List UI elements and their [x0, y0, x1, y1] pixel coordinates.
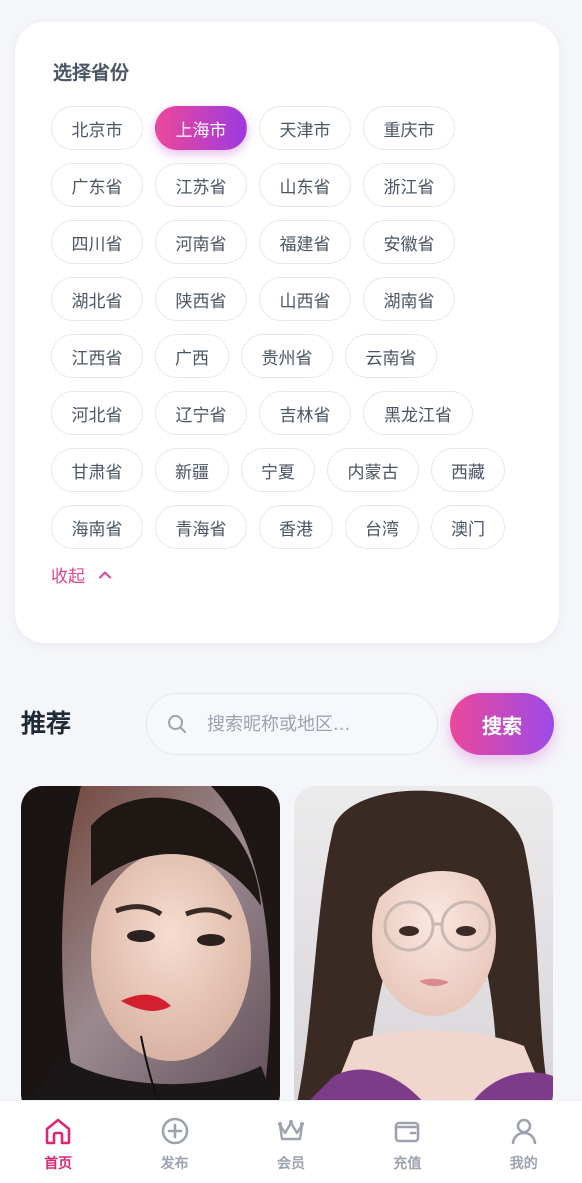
- profile-card[interactable]: [21, 786, 280, 1116]
- province-chip[interactable]: 湖北省: [51, 277, 143, 321]
- province-chip[interactable]: 陕西省: [155, 277, 247, 321]
- province-chip-row: 北京市 上海市 天津市 重庆市: [51, 106, 525, 150]
- province-chip[interactable]: 浙江省: [363, 163, 455, 207]
- profile-card[interactable]: [294, 786, 553, 1116]
- search-input[interactable]: [207, 713, 427, 735]
- province-chip[interactable]: 河北省: [51, 391, 143, 435]
- collapse-toggle[interactable]: 收起: [51, 562, 131, 587]
- crown-icon: [277, 1120, 304, 1141]
- province-chip[interactable]: 宁夏: [241, 448, 315, 492]
- province-chip[interactable]: 山西省: [259, 277, 351, 321]
- recommend-title: 推荐: [21, 709, 72, 738]
- province-chip[interactable]: 广东省: [51, 163, 143, 207]
- profile-photo: [21, 786, 280, 1116]
- province-chip[interactable]: 新疆: [155, 448, 229, 492]
- province-chip[interactable]: 山东省: [259, 163, 351, 207]
- province-card: 选择省份 北京市 上海市 天津市 重庆市 广东省 江苏省 山东省 浙江省 四川省 河南省 福建省 安徽…: [15, 22, 559, 643]
- province-chip[interactable]: 天津市: [259, 106, 351, 150]
- tab-label: 充值: [393, 1156, 422, 1172]
- province-chip[interactable]: 澳门: [431, 505, 505, 549]
- tab-label: 我的: [509, 1156, 538, 1172]
- search-button[interactable]: 搜索: [450, 693, 554, 755]
- province-chip[interactable]: 海南省: [51, 505, 143, 549]
- province-chip[interactable]: 广西: [155, 334, 229, 378]
- province-chip[interactable]: 重庆市: [363, 106, 455, 150]
- province-chip[interactable]: 西藏: [431, 448, 505, 492]
- tab-membership[interactable]: 会员: [236, 1101, 345, 1183]
- tab-label: 首页: [44, 1156, 73, 1172]
- tab-home[interactable]: 首页: [4, 1101, 113, 1183]
- province-chip-row: 甘肃省 新疆 宁夏 内蒙古 西藏: [51, 448, 525, 492]
- province-chip[interactable]: 福建省: [259, 220, 351, 264]
- province-chip-grid: 北京市 上海市 天津市 重庆市 广东省 江苏省 山东省 浙江省 四川省 河南省 福建省 安徽省 湖北省陕…: [51, 106, 525, 549]
- province-chip[interactable]: 江苏省: [155, 163, 247, 207]
- province-chip[interactable]: 上海市: [155, 106, 247, 150]
- chevron-up-icon: [99, 571, 111, 578]
- province-chip-row: 四川省 河南省 福建省 安徽省: [51, 220, 525, 264]
- province-chip-row: 江西省 广西 贵州省 云南省: [51, 334, 525, 378]
- user-icon: [511, 1118, 537, 1145]
- province-section-title: 选择省份: [53, 62, 130, 84]
- province-chip[interactable]: 香港: [259, 505, 333, 549]
- bottom-tab-bar: 首页 发布 会员 充值 我的: [0, 1100, 582, 1183]
- province-chip[interactable]: 辽宁省: [155, 391, 247, 435]
- home-icon: [45, 1118, 71, 1145]
- province-chip[interactable]: 吉林省: [259, 391, 351, 435]
- tab-label: 会员: [276, 1156, 305, 1172]
- province-chip[interactable]: 安徽省: [363, 220, 455, 264]
- tab-publish[interactable]: 发布: [120, 1101, 229, 1183]
- province-chip[interactable]: 云南省: [345, 334, 437, 378]
- province-chip[interactable]: 甘肃省: [51, 448, 143, 492]
- province-chip[interactable]: 内蒙古: [327, 448, 419, 492]
- province-chip[interactable]: 河南省: [155, 220, 247, 264]
- plus-circle-icon: [161, 1117, 188, 1145]
- province-chip[interactable]: 江西省: [51, 334, 143, 378]
- province-chip[interactable]: 贵州省: [241, 334, 333, 378]
- province-chip-row: 湖北省 陕西省 山西省 湖南省: [51, 277, 525, 321]
- search-icon: [168, 715, 186, 733]
- wallet-icon: [395, 1121, 420, 1143]
- search-box[interactable]: [146, 693, 438, 755]
- province-chip[interactable]: 台湾: [345, 505, 419, 549]
- profile-photo: [294, 786, 553, 1116]
- province-chip[interactable]: 黑龙江省: [363, 391, 473, 435]
- collapse-label: 收起: [51, 567, 85, 587]
- province-chip[interactable]: 北京市: [51, 106, 143, 150]
- province-chip-row: 海南省 青海省 香港 台湾 澳门: [51, 505, 525, 549]
- province-chip[interactable]: 青海省: [155, 505, 247, 549]
- tab-label: 发布: [160, 1156, 189, 1172]
- province-chip[interactable]: 湖南省: [363, 277, 455, 321]
- province-chip[interactable]: 四川省: [51, 220, 143, 264]
- province-chip-row: 河北省 辽宁省 吉林省 黑龙江省: [51, 391, 525, 435]
- tab-recharge[interactable]: 充值: [353, 1101, 462, 1183]
- tab-mine[interactable]: 我的: [469, 1101, 578, 1183]
- province-chip-row: 广东省 江苏省 山东省 浙江省: [51, 163, 525, 207]
